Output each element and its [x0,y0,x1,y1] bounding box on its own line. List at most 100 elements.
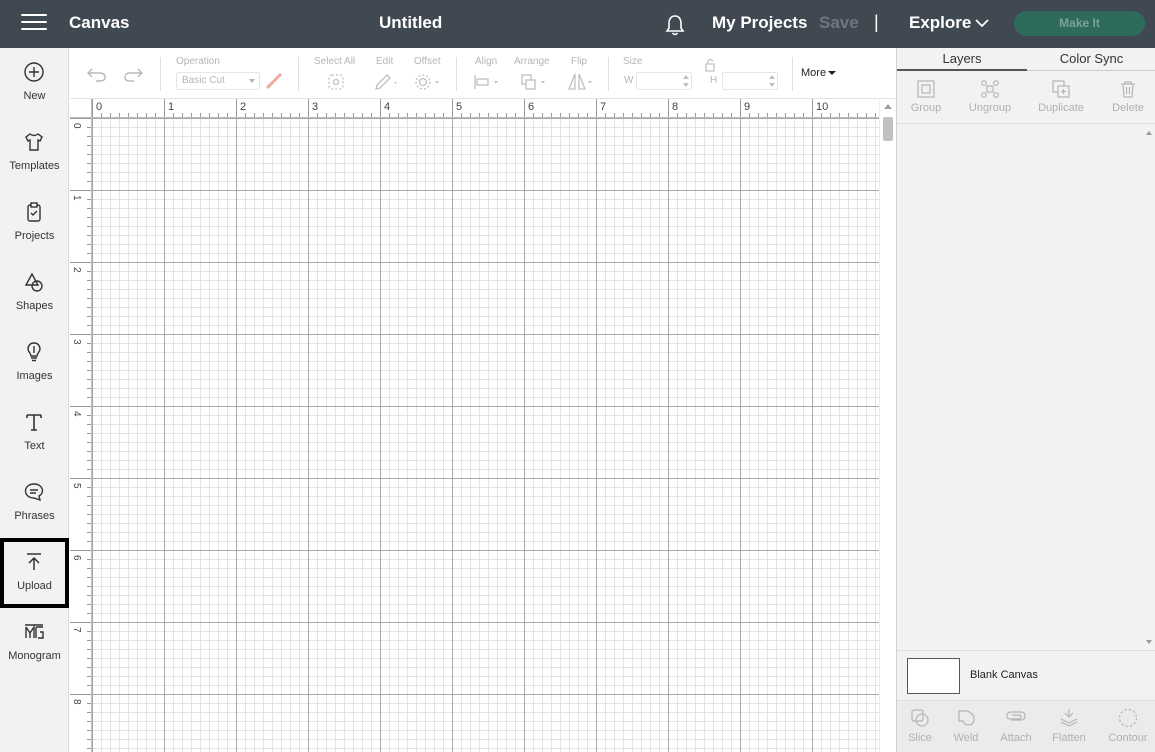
canvas-vertical-scrollbar[interactable] [879,99,895,752]
ruler-tick [87,253,91,254]
delete-button[interactable]: Delete [1103,71,1153,124]
document-title[interactable]: Untitled [379,13,442,33]
header-separator: | [874,12,879,32]
ruler-label: 6 [528,101,535,113]
sidebar-item-shapes[interactable]: Shapes [0,258,69,328]
arrange-label: Arrange [514,56,550,67]
ruler-tick [515,113,516,117]
redo-icon[interactable] [123,68,143,82]
sidebar-item-text[interactable]: Text [0,398,69,468]
sidebar-item-phrases[interactable]: Phrases [0,468,69,538]
ruler-tick [87,685,91,686]
contour-label: Contour [1108,732,1148,744]
ruler-tick [87,676,91,677]
tab-layers[interactable]: Layers [897,48,1027,71]
ruler-tick [659,113,660,117]
ruler-tick [87,514,91,515]
ruler-tick [87,244,91,245]
ruler-tick [614,113,615,117]
canvas-grid[interactable] [92,118,879,752]
explore-menu[interactable]: Explore [909,13,971,33]
slice-button[interactable]: Slice [897,701,943,752]
ruler-tick [353,113,354,117]
ruler-label: 5 [71,483,82,489]
flatten-button[interactable]: Flatten [1045,701,1093,752]
blank-canvas-row[interactable]: Blank Canvas [897,650,1155,700]
offset-icon[interactable] [414,73,442,91]
group-button[interactable]: Group [897,71,955,124]
layers-scrollbar[interactable] [1142,125,1155,650]
ruler-tick [87,505,91,506]
ruler-label: 3 [312,101,319,113]
ruler-tick [87,604,91,605]
bell-icon[interactable] [664,13,686,37]
sidebar-item-monogram[interactable]: Monogram [0,608,69,678]
scroll-down-icon[interactable] [1146,640,1152,644]
trash-icon [1121,81,1135,98]
lock-icon[interactable] [704,58,716,72]
sidebar-item-upload[interactable]: Upload [0,538,69,608]
ruler-tick [767,113,768,117]
design-canvas[interactable]: 0 1 2 3 4 5 6 7 8 9 10 0 1 2 3 4 5 6 7 8 [70,99,879,752]
plus-circle-icon [24,62,44,82]
layers-list[interactable] [897,125,1142,650]
chevron-down-icon[interactable] [975,18,989,28]
arrange-icon[interactable] [520,73,548,91]
edit-label: Edit [376,56,394,67]
sidebar-item-projects[interactable]: Projects [0,188,69,258]
ruler-tick [87,649,91,650]
ruler-tick [87,541,91,542]
attach-button[interactable]: Attach [993,701,1039,752]
scroll-up-icon[interactable] [1146,131,1152,135]
ruler-tick [87,703,91,704]
edit-pencil-icon[interactable] [374,73,400,91]
operation-select[interactable]: Basic Cut [176,72,260,90]
attach-label: Attach [1000,732,1032,744]
pen-color-icon[interactable] [265,72,283,90]
ruler-label: 8 [672,101,679,113]
tab-color-sync[interactable]: Color Sync [1027,48,1155,71]
ruler-tick [596,99,597,117]
contour-button[interactable]: Contour [1102,701,1154,752]
ungroup-button[interactable]: Ungroup [959,71,1021,124]
my-projects-link[interactable]: My Projects [712,13,807,33]
ruler-tick [87,451,91,452]
duplicate-button[interactable]: Duplicate [1029,71,1093,124]
more-button[interactable]: More [801,67,837,79]
sidebar-item-templates[interactable]: Templates [0,118,69,188]
operation-value: Basic Cut [182,75,225,86]
top-bar: Canvas Untitled My Projects Save | Explo… [0,0,1155,48]
ruler-tick [551,113,552,117]
flip-icon[interactable] [567,72,595,91]
scroll-thumb[interactable] [883,117,893,141]
ruler-tick [209,113,210,117]
ruler-tick [70,118,91,119]
ruler-tick [87,226,91,227]
ruler-label: 7 [600,101,607,113]
canvas-color-swatch[interactable] [907,658,960,694]
save-button[interactable]: Save [819,13,859,33]
ruler-tick [290,113,291,117]
ruler-tick [70,406,91,407]
undo-icon[interactable] [87,68,107,82]
ruler-tick [87,352,91,353]
flatten-label: Flatten [1052,732,1086,744]
app-title: Canvas [69,13,130,32]
menu-icon[interactable] [21,14,47,34]
weld-button[interactable]: Weld [943,701,989,752]
select-all-icon[interactable] [327,73,345,91]
align-icon[interactable] [473,74,501,90]
ruler-tick [848,113,849,117]
ruler-tick [650,113,651,117]
tshirt-icon [25,133,43,151]
ruler-tick [87,307,91,308]
width-stepper-icon[interactable] [682,74,690,88]
sidebar-item-new[interactable]: New [0,48,69,118]
scroll-up-icon[interactable] [884,104,892,109]
make-it-button[interactable]: Make It [1014,11,1145,36]
group-icon [917,80,935,98]
sidebar-item-label: Monogram [8,650,61,662]
sidebar-item-images[interactable]: Images [0,328,69,398]
ruler-label: 1 [71,195,82,201]
height-stepper-icon[interactable] [768,74,776,88]
